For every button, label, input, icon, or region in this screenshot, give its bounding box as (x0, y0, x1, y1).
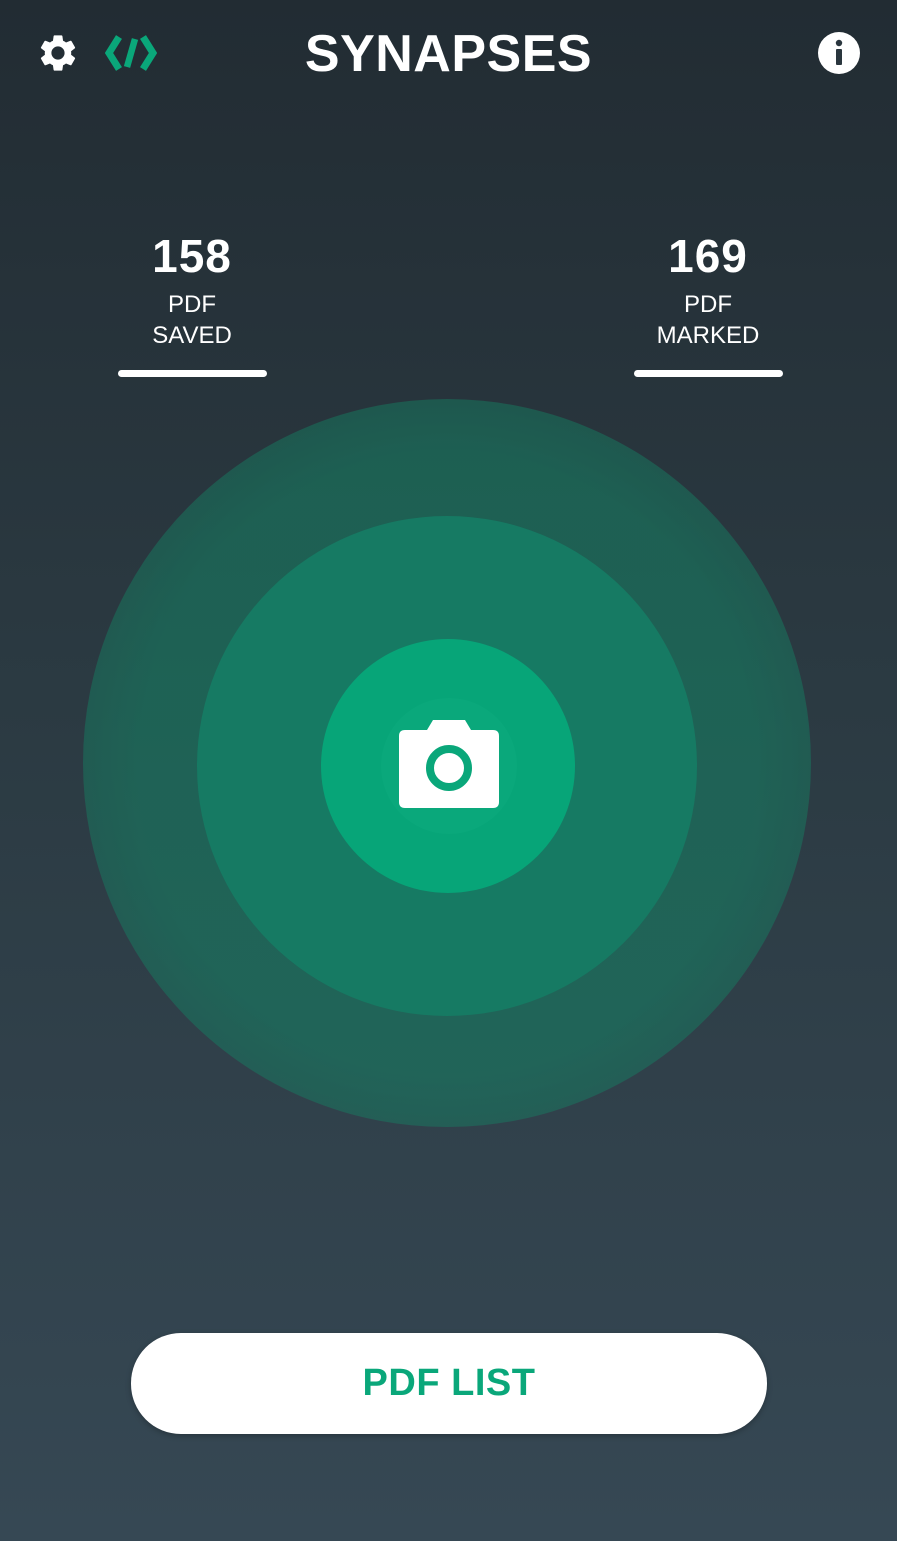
info-button[interactable] (812, 26, 866, 80)
stat-pdf-marked: 169 PDF MARKED (628, 228, 788, 377)
stat-saved-underline (117, 370, 267, 377)
stat-saved-value: 158 (152, 230, 232, 282)
info-icon (818, 32, 860, 74)
stat-pdf-saved: 158 PDF SAVED (112, 228, 272, 377)
stat-marked-value: 169 (668, 230, 748, 282)
stat-marked-underline (633, 370, 783, 377)
pdf-list-button[interactable]: PDF LIST (131, 1333, 767, 1434)
app-title: SYNAPSES (304, 25, 593, 83)
camera-icon (399, 720, 499, 808)
app-header: SYNAPSES (0, 0, 897, 110)
stat-marked-label: PDF MARKED (656, 291, 760, 349)
stat-saved-label: PDF SAVED (152, 291, 232, 349)
camera-button[interactable] (396, 712, 502, 812)
